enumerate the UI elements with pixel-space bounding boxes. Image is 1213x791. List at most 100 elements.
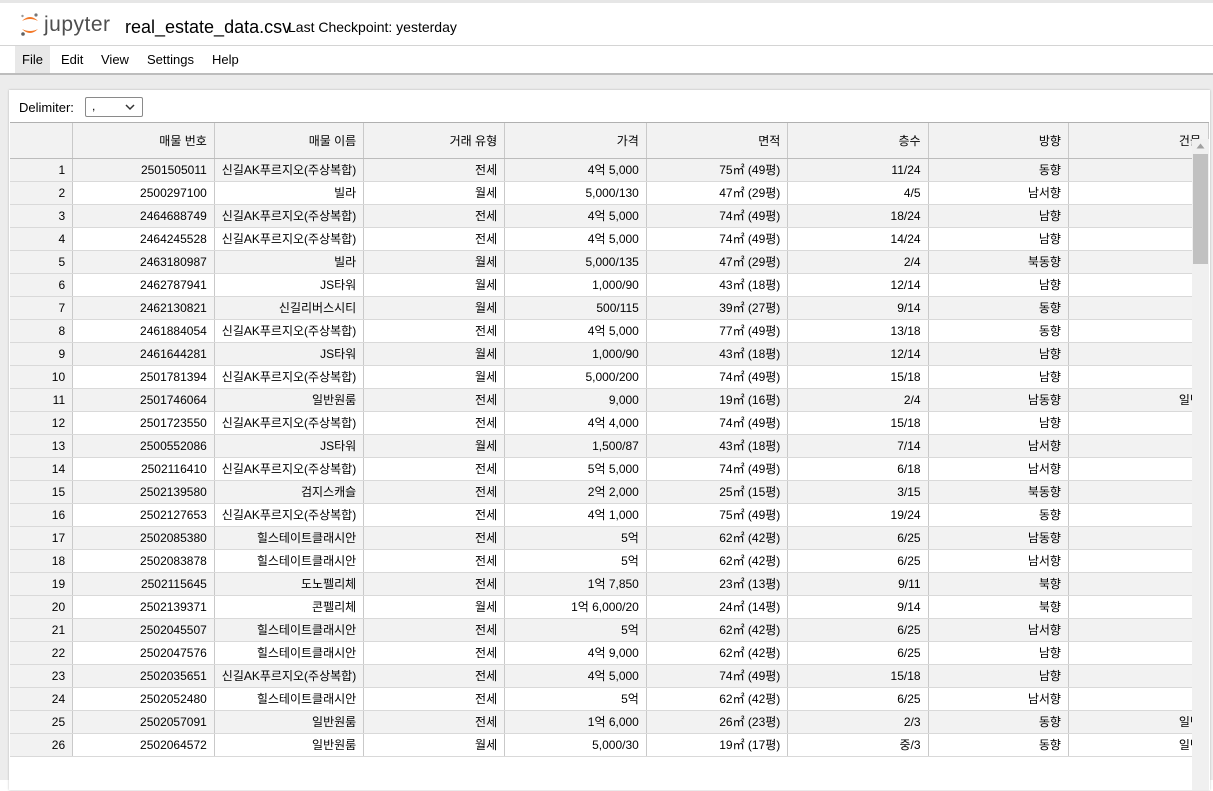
table-cell[interactable]: 47㎡ (29평) — [646, 181, 789, 205]
table-cell[interactable]: 4억 5,000 — [504, 204, 647, 228]
table-cell[interactable]: 남서향 — [928, 687, 1069, 711]
jupyter-logo[interactable]: jupyter — [19, 12, 111, 38]
table-cell[interactable]: 1 — [1068, 227, 1209, 251]
table-cell[interactable]: 전세 — [363, 618, 506, 642]
table-cell[interactable]: 일반 — [1068, 388, 1209, 412]
table-cell[interactable]: 62㎡ (42평) — [646, 549, 789, 573]
table-cell[interactable]: 6/18 — [787, 457, 929, 481]
table-cell[interactable]: 1 — [1068, 365, 1209, 389]
table-cell[interactable]: 2502139580 — [72, 480, 215, 504]
table-cell[interactable]: 2462787941 — [72, 273, 215, 297]
table-cell[interactable]: 19㎡ (17평) — [646, 733, 789, 757]
table-cell[interactable]: 15/18 — [787, 411, 929, 435]
table-cell[interactable]: 신길AK푸르지오(주상복합) — [214, 319, 365, 343]
table-cell[interactable]: 14/24 — [787, 227, 929, 251]
scroll-up-arrow-icon[interactable] — [1196, 143, 1205, 149]
table-cell[interactable]: 전세 — [363, 549, 506, 573]
table-cell[interactable]: 74㎡ (49평) — [646, 204, 789, 228]
table-cell[interactable]: 1 — [1068, 664, 1209, 688]
table-cell[interactable]: 북동향 — [928, 250, 1069, 274]
table-cell[interactable]: 남향 — [928, 664, 1069, 688]
table-cell[interactable]: 24㎡ (14평) — [646, 595, 789, 619]
table-cell[interactable]: 1,000/90 — [504, 342, 647, 366]
table-cell[interactable]: 동향 — [928, 733, 1069, 757]
table-cell[interactable]: 북향 — [928, 595, 1069, 619]
table-cell[interactable]: 남향 — [928, 273, 1069, 297]
table-cell[interactable]: 북동향 — [928, 480, 1069, 504]
table-cell[interactable]: 11/24 — [787, 158, 929, 182]
table-cell[interactable]: 2461644281 — [72, 342, 215, 366]
table-cell[interactable]: 39㎡ (27평) — [646, 296, 789, 320]
table-cell[interactable]: 2462130821 — [72, 296, 215, 320]
table-cell[interactable]: 남향 — [928, 342, 1069, 366]
table-cell[interactable]: 74㎡ (49평) — [646, 411, 789, 435]
table-cell[interactable]: 신길AK푸르지오(주상복합) — [214, 365, 365, 389]
table-cell[interactable]: 1억 6,000/20 — [504, 595, 647, 619]
table-cell[interactable]: 힐스테이트클래시안 — [214, 687, 365, 711]
table-cell[interactable]: 4억 1,000 — [504, 503, 647, 527]
table-cell[interactable] — [1068, 595, 1209, 619]
table-cell[interactable]: 2500552086 — [72, 434, 215, 458]
table-cell[interactable]: 신길AK푸르지오(주상복합) — [214, 204, 365, 228]
table-cell[interactable]: 2/3 — [787, 710, 929, 734]
table-cell[interactable]: 6/25 — [787, 526, 929, 550]
table-cell[interactable]: 남동향 — [928, 526, 1069, 550]
vertical-scrollbar[interactable] — [1192, 139, 1209, 790]
table-cell[interactable]: 동향 — [928, 296, 1069, 320]
table-cell[interactable]: 전세 — [363, 480, 506, 504]
table-cell[interactable]: 4/5 — [787, 181, 929, 205]
table-cell[interactable]: 19㎡ (16평) — [646, 388, 789, 412]
table-cell[interactable]: 1 — [1068, 158, 1209, 182]
table-cell[interactable]: 2501723550 — [72, 411, 215, 435]
table-cell[interactable]: 월세 — [363, 434, 506, 458]
table-cell[interactable]: 62㎡ (42평) — [646, 641, 789, 665]
column-header[interactable]: 가격 — [504, 123, 647, 159]
table-cell[interactable] — [1068, 296, 1209, 320]
table-cell[interactable]: 신길AK푸르지오(주상복합) — [214, 158, 365, 182]
table-cell[interactable]: 500/115 — [504, 296, 647, 320]
table-cell[interactable]: 74㎡ (49평) — [646, 227, 789, 251]
menu-view[interactable]: View — [94, 46, 136, 73]
table-cell[interactable]: 5억 — [504, 549, 647, 573]
table-cell[interactable]: JS타워 — [214, 342, 365, 366]
table-cell[interactable]: 전세 — [363, 158, 506, 182]
table-cell[interactable]: 26㎡ (23평) — [646, 710, 789, 734]
table-cell[interactable]: 동향 — [928, 710, 1069, 734]
table-cell[interactable]: 77㎡ (49평) — [646, 319, 789, 343]
table-cell[interactable]: 9/14 — [787, 296, 929, 320]
table-cell[interactable]: 신길AK푸르지오(주상복합) — [214, 503, 365, 527]
table-cell[interactable]: 동향 — [928, 158, 1069, 182]
table-cell[interactable]: 2502035651 — [72, 664, 215, 688]
table-cell[interactable]: 74㎡ (49평) — [646, 664, 789, 688]
table-cell[interactable] — [1068, 434, 1209, 458]
table-cell[interactable] — [1068, 342, 1209, 366]
table-cell[interactable]: 6/25 — [787, 549, 929, 573]
table-cell[interactable]: 2500297100 — [72, 181, 215, 205]
table-cell[interactable]: 23㎡ (13평) — [646, 572, 789, 596]
table-cell[interactable]: 전세 — [363, 526, 506, 550]
table-cell[interactable] — [1068, 572, 1209, 596]
menu-help[interactable]: Help — [205, 46, 246, 73]
table-cell[interactable] — [1068, 181, 1209, 205]
delimiter-select[interactable]: , — [85, 97, 143, 117]
table-cell[interactable]: 2502116410 — [72, 457, 215, 481]
table-cell[interactable]: 남향 — [928, 204, 1069, 228]
table-cell[interactable]: 동향 — [928, 503, 1069, 527]
table-cell[interactable]: 1 — [1068, 687, 1209, 711]
table-cell[interactable]: 6/25 — [787, 641, 929, 665]
table-cell[interactable]: 검지스캐슬 — [214, 480, 365, 504]
table-cell[interactable]: 5억 — [504, 526, 647, 550]
table-cell[interactable]: 3/15 — [787, 480, 929, 504]
column-header[interactable]: 면적 — [646, 123, 789, 159]
table-cell[interactable]: 1 — [1068, 526, 1209, 550]
menu-file[interactable]: File — [15, 46, 50, 73]
table-cell[interactable]: 4억 5,000 — [504, 664, 647, 688]
table-cell[interactable]: 힐스테이트클래시안 — [214, 641, 365, 665]
table-cell[interactable]: 남서향 — [928, 549, 1069, 573]
table-cell[interactable]: 75㎡ (49평) — [646, 158, 789, 182]
table-cell[interactable]: 9/14 — [787, 595, 929, 619]
table-cell[interactable]: 신길리버스시티 — [214, 296, 365, 320]
table-cell[interactable]: JS타워 — [214, 434, 365, 458]
table-cell[interactable]: 25㎡ (15평) — [646, 480, 789, 504]
table-cell[interactable]: 콘펠리체 — [214, 595, 365, 619]
